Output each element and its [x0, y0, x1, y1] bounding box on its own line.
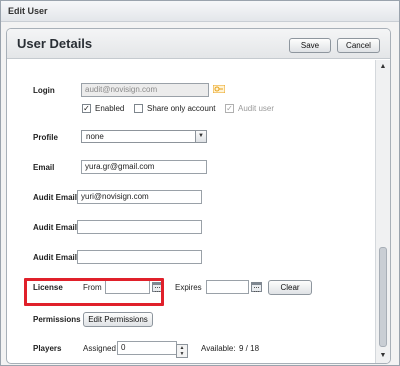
audit-email-1-label: Audit Email: [33, 193, 78, 202]
permissions-label: Permissions: [33, 315, 81, 324]
audit-email-3-input[interactable]: [77, 250, 202, 264]
enabled-label: Enabled: [95, 104, 125, 113]
players-label: Players: [33, 344, 62, 353]
panel-header: User Details Save Cancel: [7, 29, 390, 59]
cancel-button[interactable]: Cancel: [337, 38, 380, 53]
profile-value: none: [86, 132, 104, 141]
enabled-checkbox[interactable]: ✓: [82, 104, 91, 113]
license-expires-input[interactable]: [206, 280, 249, 294]
save-button[interactable]: Save: [289, 38, 331, 53]
user-details-panel: User Details Save Cancel Login audit@nov…: [6, 28, 391, 364]
key-icon[interactable]: [213, 85, 225, 93]
players-available-value: 9 / 18: [239, 344, 260, 353]
edit-user-window: Edit User User Details Save Cancel Login…: [0, 0, 400, 366]
profile-label: Profile: [33, 133, 58, 142]
window-titlebar: Edit User: [1, 1, 399, 22]
calendar-icon[interactable]: [251, 282, 262, 292]
edit-permissions-button[interactable]: Edit Permissions: [83, 312, 153, 327]
permissions-highlight-box: [24, 278, 164, 306]
email-label: Email: [33, 163, 55, 172]
audit-email-3-label: Audit Email: [33, 253, 78, 262]
players-assigned-input[interactable]: 0: [117, 341, 177, 355]
license-expires-label: Expires: [175, 283, 202, 292]
profile-select[interactable]: none ▼: [81, 130, 207, 143]
audit-user-label: Audit user: [238, 104, 275, 113]
login-input[interactable]: audit@novisign.com: [81, 83, 209, 97]
audit-email-2-input[interactable]: [77, 220, 202, 234]
share-only-label: Share only account: [147, 104, 216, 113]
audit-email-1-input[interactable]: yuri@novisign.com: [77, 190, 202, 204]
scroll-down-arrow-icon[interactable]: ▼: [378, 351, 388, 361]
scrollbar-thumb[interactable]: [379, 247, 387, 347]
share-only-checkbox[interactable]: [134, 104, 143, 113]
login-label: Login: [33, 86, 55, 95]
players-assigned-spinner[interactable]: ▲ ▼: [176, 344, 188, 358]
audit-email-2-label: Audit Email: [33, 223, 78, 232]
panel-title: User Details: [17, 36, 93, 51]
panel-scrollbar[interactable]: ▲ ▼: [375, 60, 390, 363]
players-assigned-label: Assigned: [83, 344, 116, 353]
scroll-up-arrow-icon[interactable]: ▲: [378, 62, 388, 72]
chevron-down-icon[interactable]: ▼: [195, 131, 206, 142]
spinner-down-icon[interactable]: ▼: [177, 351, 187, 357]
players-available-label: Available:: [201, 344, 236, 353]
clear-license-button[interactable]: Clear: [268, 280, 312, 295]
audit-user-checkbox: ✓: [225, 104, 234, 113]
email-input[interactable]: yura.gr@gmail.com: [81, 160, 207, 174]
window-title: Edit User: [8, 6, 48, 16]
